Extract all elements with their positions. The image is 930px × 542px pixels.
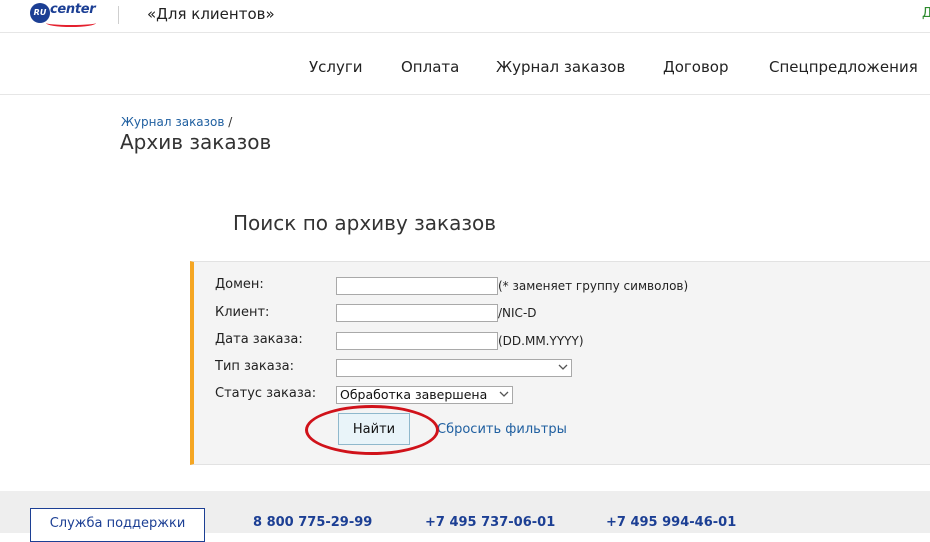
logo-swoosh <box>46 19 96 27</box>
client-input[interactable] <box>336 304 498 322</box>
for-clients-link[interactable]: «Для клиентов» <box>147 5 275 23</box>
nav-item-special-offers[interactable]: Спецпредложения <box>769 58 918 76</box>
order-date-label: Дата заказа: <box>215 332 303 347</box>
header-divider <box>118 6 119 24</box>
order-status-selected: Обработка завершена <box>340 387 488 402</box>
order-status-label: Статус заказа: <box>215 386 317 401</box>
nav-item-services[interactable]: Услуги <box>309 58 362 76</box>
client-label: Клиент: <box>215 305 270 320</box>
top-bar: RU center «Для клиентов» Д <box>0 0 930 33</box>
find-button[interactable]: Найти <box>338 413 410 445</box>
main-nav: Услуги Оплата Журнал заказов Договор Спе… <box>0 33 930 95</box>
phone-number[interactable]: +7 495 994-46-01 <box>606 515 736 530</box>
logo-word: center <box>50 2 96 17</box>
nav-item-payment[interactable]: Оплата <box>401 58 459 76</box>
domain-label: Домен: <box>215 277 264 292</box>
domain-input[interactable] <box>336 277 498 295</box>
phone-number[interactable]: 8 800 775-29-99 <box>253 515 372 530</box>
order-date-hint: (DD.MM.YYYY) <box>498 334 584 348</box>
breadcrumb-separator: / <box>224 115 233 129</box>
domain-hint: (* заменяет группу символов) <box>498 279 689 293</box>
order-type-select[interactable] <box>336 359 572 377</box>
rucenter-logo[interactable]: RU center <box>30 2 100 27</box>
top-right-link[interactable]: Д <box>922 6 930 21</box>
order-date-input[interactable] <box>336 332 498 350</box>
support-button[interactable]: Служба поддержки <box>30 508 205 542</box>
chevron-down-icon <box>558 364 568 370</box>
reset-filters-link[interactable]: Сбросить фильтры <box>437 422 567 437</box>
breadcrumb-order-log-link[interactable]: Журнал заказов <box>121 115 224 129</box>
order-status-select[interactable]: Обработка завершена <box>336 386 513 404</box>
order-type-label: Тип заказа: <box>215 359 294 374</box>
nav-item-order-log[interactable]: Журнал заказов <box>496 58 625 76</box>
search-section-title: Поиск по архиву заказов <box>233 211 497 235</box>
page-title: Архив заказов <box>120 130 272 154</box>
breadcrumb: Журнал заказов / <box>121 115 232 129</box>
phone-number[interactable]: +7 495 737-06-01 <box>425 515 555 530</box>
nav-item-contract[interactable]: Договор <box>663 58 729 76</box>
client-hint: /NIC-D <box>498 306 537 320</box>
chevron-down-icon <box>499 391 509 397</box>
